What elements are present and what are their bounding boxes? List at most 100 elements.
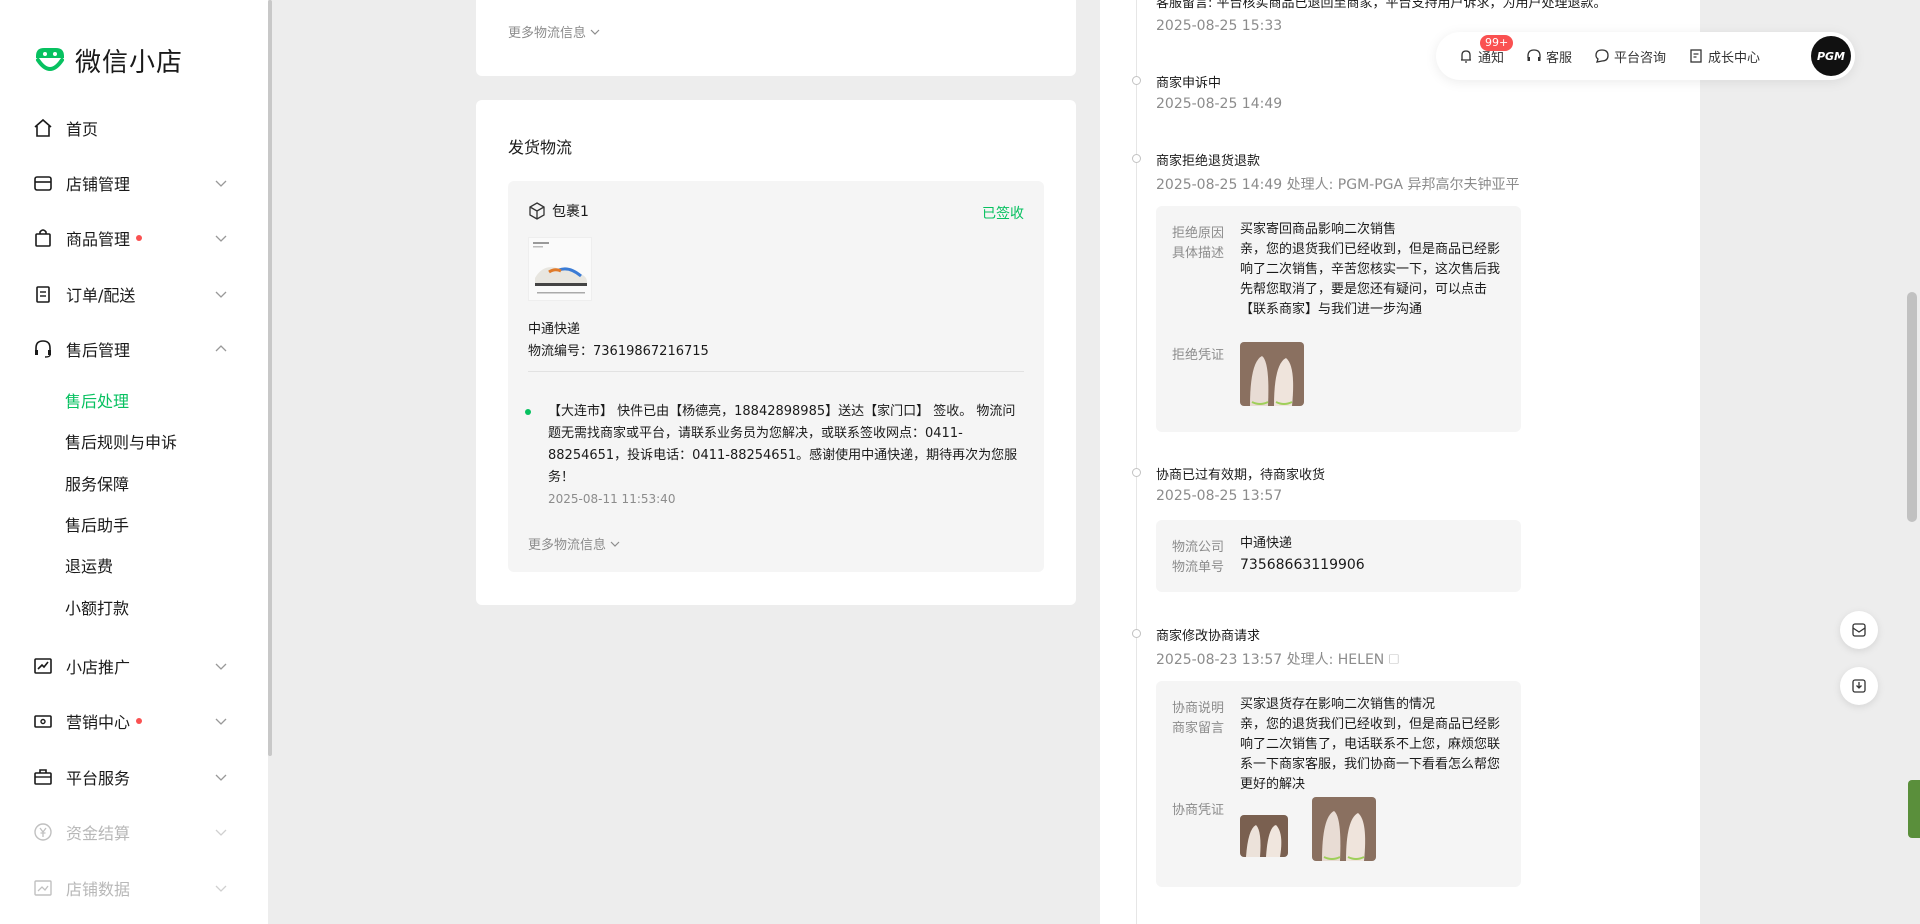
track-status-dot [525,409,531,415]
sidebar-item-shop-data[interactable]: 店铺数据 [0,868,268,908]
sidebar-item-settlement[interactable]: 资金结算 [0,812,268,852]
message-float-button[interactable] [1840,611,1878,649]
chevron-down-icon [215,663,227,670]
logistics-company-value: 中通快递 [1240,536,1293,551]
package-header: 包裹1 [528,201,589,221]
notifications-badge: 99+ [1480,34,1514,51]
reject-reason-key: 拒绝原因 [1172,226,1225,241]
timeline-event-title: 商家修改协商请求 [1156,629,1261,644]
platform-consult-button[interactable]: 平台咨询 [1594,47,1666,66]
headset-icon [1527,49,1541,61]
reject-proof-image[interactable] [1240,342,1304,406]
store-icon [32,172,54,194]
divider [528,371,1024,372]
shop-logo-icon [36,47,64,71]
package-icon [529,202,545,220]
shipping-logistics-card: 发货物流 包裹1 已签收 中通快递 物流编号：73619867216715 【大… [476,100,1076,605]
logistics-no-value: 73568663119906 [1240,557,1365,573]
reject-desc-value: 亲，您的退货我们已经收到，但是商品已经影响了二次销售，辛苦您核实一下，这次售后我… [1240,242,1501,317]
track-time: 2025-08-11 11:53:40 [548,492,676,506]
sidebar-subitem-service-guarantee[interactable]: 服务保障 [65,473,129,497]
return-logistics-box: 物流公司 中通快递 物流单号 73568663119906 [1156,520,1521,592]
chat-bubble-icon [1595,49,1609,63]
sidebar-scroll-thumb[interactable] [268,0,272,756]
carrier-name: 中通快递 [528,322,581,337]
page-scroll-thumb[interactable] [1907,292,1917,522]
negotiation-history-panel: 客服留言: 平台核实商品已退回至商家，平台支持用户诉求，为用户处理退款。 202… [1100,0,1700,924]
sidebar-item-label: 资金结算 [66,824,131,843]
customer-service-button[interactable]: 客服 [1526,47,1572,66]
sidebar-item-promotion[interactable]: 小店推广 [0,646,268,686]
platform-consult-label: 平台咨询 [1614,50,1667,66]
sidebar-item-label: 商品管理 [66,230,131,249]
track-detail: 【大连市】 快件已由【杨德亮，18842898985】送达【家门口】 签收。 物… [548,404,1018,485]
negotiation-proof-image-1[interactable] [1240,815,1288,857]
reject-desc-key: 具体描述 [1172,246,1225,261]
sidebar-item-label: 售后管理 [66,341,131,360]
sidebar-item-label: 营销中心 [66,713,131,732]
more-logistics-link[interactable]: 更多物流信息 [528,534,620,553]
merchant-message-value: 亲，您的退货我们已经收到，但是商品已经影响了二次销售了，电话联系不上您，麻烦您联… [1240,717,1501,792]
sidebar-item-store[interactable]: 店铺管理 [0,163,268,203]
timeline-event-time: 2025-08-25 14:49 [1156,96,1283,112]
timeline-cut-text: 客服留言: 平台核实商品已退回至商家，平台支持用户诉求，为用户处理退款。 [1156,0,1607,11]
sidebar-item-orders[interactable]: 订单/配送 [0,274,268,314]
chevron-down-icon [590,29,600,35]
side-widget-tab[interactable] [1908,780,1920,838]
trend-icon [32,655,54,677]
sidebar-subitem-rules-appeal[interactable]: 售后规则与申诉 [65,431,177,455]
negotiation-proof-image-2[interactable] [1312,797,1376,861]
timeline-line [1136,0,1137,924]
user-avatar[interactable]: PGM [1811,36,1851,76]
sidebar-item-label: 订单/配送 [66,286,136,305]
chevron-down-icon [215,718,227,725]
ticket-icon [32,710,54,732]
timeline-event-time: 2025-08-25 13:57 [1156,488,1283,504]
timeline-event-time: 2025-08-25 14:49 处理人: PGM-PGA 异邦高尔夫钟亚平 [1156,177,1520,193]
sidebar-item-marketing[interactable]: 营销中心 [0,701,268,741]
chevron-down-icon [215,885,227,892]
bell-icon [1461,50,1471,63]
clipboard-icon [32,283,54,305]
avatar-logo-text: PGM [1816,49,1846,63]
timeline-event-time: 2025-08-23 13:57 处理人: HELEN 🗆 [1156,652,1399,668]
product-thumbnail[interactable] [528,237,592,301]
chart-icon [32,877,54,899]
logistics-company-key: 物流公司 [1172,540,1225,555]
sidebar-subitem-assistant[interactable]: 售后助手 [65,514,129,538]
sidebar-item-products[interactable]: 商品管理 [0,218,268,258]
package-label: 包裹1 [552,204,589,220]
download-icon [1852,679,1866,693]
negotiation-note-value: 买家退货存在影响二次销售的情况 [1240,697,1436,712]
negotiation-detail-box: 协商说明 买家退货存在影响二次销售的情况 商家留言 亲，您的退货我们已经收到，但… [1156,681,1521,887]
sidebar-item-label: 店铺管理 [66,175,131,194]
shoe-image [529,238,591,300]
timeline-node [1132,154,1141,163]
customer-service-label: 客服 [1546,50,1573,66]
sidebar-item-home[interactable]: 首页 [0,108,268,148]
more-logistics-label: 更多物流信息 [508,26,587,41]
sidebar-subitem-small-payment[interactable]: 小额打款 [65,597,129,621]
sidebar-item-label: 平台服务 [66,769,131,788]
download-float-button[interactable] [1840,667,1878,705]
sidebar-item-platform-service[interactable]: 平台服务 [0,757,268,797]
sidebar-subitem-aftersales-handling[interactable]: 售后处理 [65,390,129,414]
negotiation-note-key: 协商说明 [1172,701,1225,716]
more-logistics-link[interactable]: 更多物流信息 [508,22,600,41]
timeline-event-title: 商家拒绝退货退款 [1156,154,1261,169]
growth-center-button[interactable]: 成长中心 [1688,47,1760,66]
notifications-button[interactable]: 通知 99+ [1458,34,1514,66]
card-title: 发货物流 [508,138,573,157]
chevron-down-icon [215,829,227,836]
chevron-down-icon [215,235,227,242]
chevron-down-icon [215,180,227,187]
timeline-event-title: 协商已过有效期，待商家收货 [1156,468,1326,483]
sidebar-item-aftersales[interactable]: 售后管理 [0,329,268,369]
sidebar-scrollbar[interactable] [268,0,272,924]
app-logo[interactable]: 微信小店 [33,42,183,79]
timeline-node [1132,629,1141,638]
sidebar-item-label: 小店推广 [66,658,131,677]
mail-icon [1852,623,1866,637]
chevron-up-icon [215,345,227,352]
sidebar-subitem-return-shipping[interactable]: 退运费 [65,555,113,579]
